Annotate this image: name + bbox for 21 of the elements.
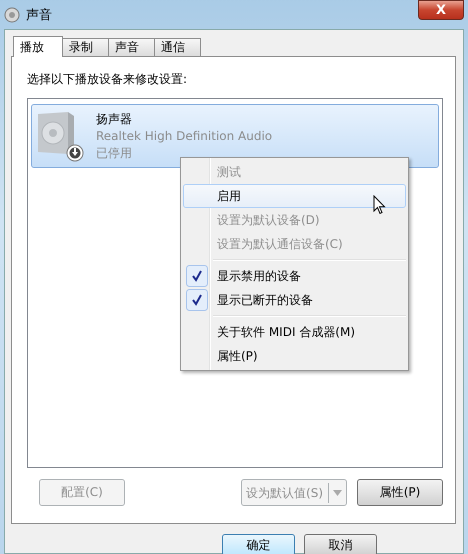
close-button[interactable]: X [418, 0, 464, 20]
tab[interactable]: 通信 [154, 38, 201, 56]
menu-item[interactable]: 启用 [183, 184, 406, 208]
dialog-button[interactable]: 取消 [304, 534, 377, 554]
menu-item[interactable]: 关于软件 MIDI 合成器(M) [183, 320, 406, 344]
cursor-icon [373, 195, 386, 215]
device-status: 已停用 [96, 144, 133, 162]
dialog-button[interactable]: 确定 [222, 534, 295, 554]
menu-item[interactable]: 显示已断开的设备 [183, 288, 406, 312]
window-title: 声音 [26, 6, 52, 24]
tab[interactable]: 播放 [13, 36, 63, 57]
tab[interactable]: 录制 [62, 38, 109, 56]
menu-item[interactable]: 属性(P) [183, 344, 406, 368]
device-name: 扬声器 [96, 110, 133, 128]
caret-icon [333, 490, 342, 496]
device-driver: Realtek High Definition Audio [96, 128, 272, 144]
instruction-text: 选择以下播放设备来修改设置: [27, 71, 188, 88]
menu-item[interactable]: 显示禁用的设备 [183, 264, 406, 288]
speaker-icon [4, 6, 20, 22]
properties-button[interactable]: 属性(P) [357, 479, 443, 506]
tab[interactable]: 声音 [108, 38, 155, 56]
